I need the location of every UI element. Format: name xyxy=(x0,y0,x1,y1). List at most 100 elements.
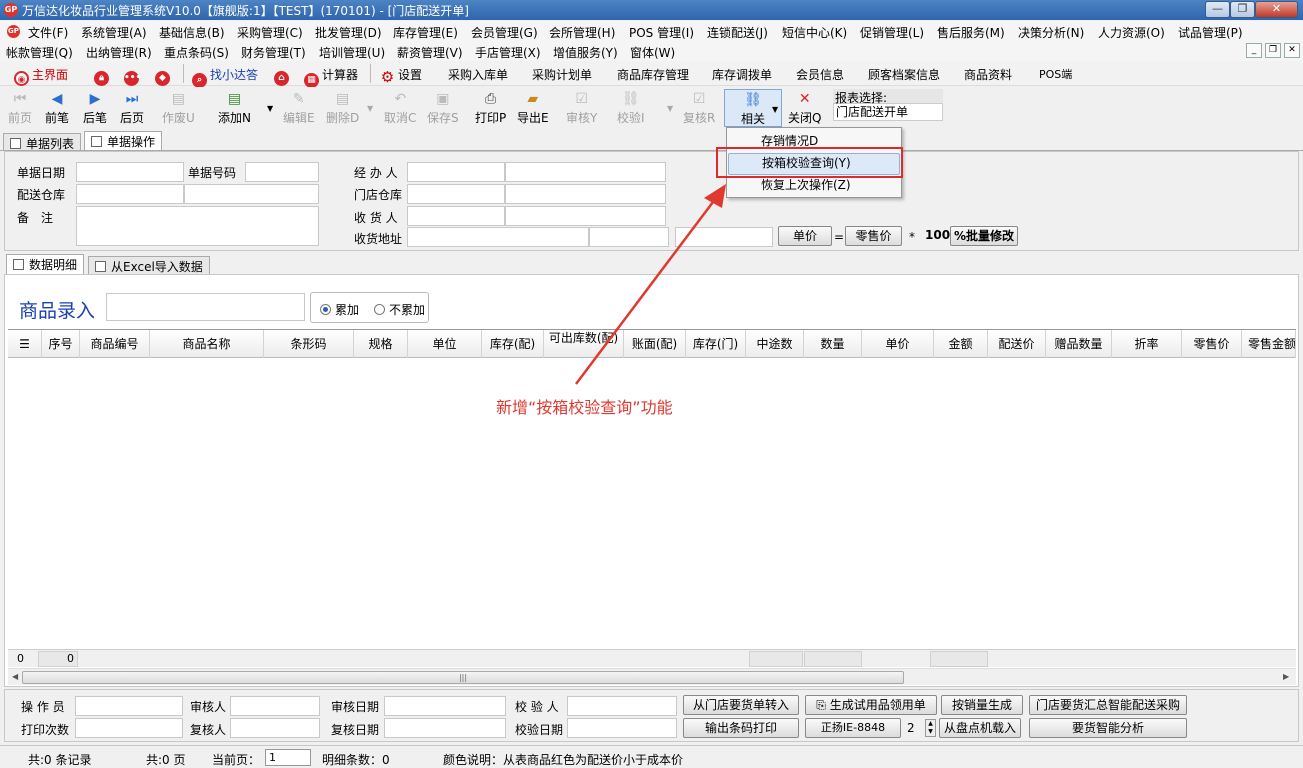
menu-barcode[interactable]: 重点条码(S) xyxy=(164,44,229,61)
unit-price-button[interactable]: 单价 xyxy=(778,226,832,246)
scroll-right-arrow-icon[interactable]: ▶ xyxy=(1283,672,1289,681)
related-button[interactable]: ⛓ 相关 ▼ xyxy=(724,89,782,127)
load-from-counter-button[interactable]: 从盘点机载入 xyxy=(939,718,1021,738)
auditor-input[interactable] xyxy=(230,696,320,716)
menu-salary[interactable]: 薪资管理(V) xyxy=(397,44,463,61)
col-product-code[interactable]: 商品编号 xyxy=(80,330,150,358)
quick-product-data[interactable]: 商品资料 xyxy=(964,66,1012,83)
calculator-link[interactable]: ▦ 计算器 xyxy=(304,66,358,88)
menu-aftersale[interactable]: 售后服务(M) xyxy=(937,24,1005,41)
col-unit-price[interactable]: 单价 xyxy=(862,330,934,358)
quick-pos[interactable]: POS端 xyxy=(1039,66,1072,82)
verify-button[interactable]: ⛓ 校验I xyxy=(617,91,645,126)
quick-stock-transfer[interactable]: 库存调拨单 xyxy=(712,66,772,83)
menu-purchase[interactable]: 采购管理(C) xyxy=(237,24,303,41)
menu-basic-info[interactable]: 基础信息(B) xyxy=(159,24,225,41)
scroll-thumb[interactable]: ||| xyxy=(22,671,904,684)
current-page-input[interactable]: 1 xyxy=(265,749,311,766)
col-seq[interactable]: 序号 xyxy=(42,330,80,358)
add-button[interactable]: ▤ 添加N xyxy=(218,91,251,126)
last-page-button[interactable]: ⏭ 后页 xyxy=(120,91,144,126)
save-button[interactable]: ▣ 保存S xyxy=(427,91,459,126)
verifier-input[interactable] xyxy=(567,696,677,716)
smart-distribution-button[interactable]: 门店要货汇总智能配送采购 xyxy=(1029,695,1187,715)
warehouse-code-input[interactable] xyxy=(76,184,184,204)
col-stock-store[interactable]: 库存(门) xyxy=(686,330,746,358)
device-port-value[interactable]: 2 xyxy=(907,721,915,735)
menu-item-restore-last[interactable]: 恢复上次操作(Z) xyxy=(728,175,900,197)
device-port-stepper[interactable]: ▲ ▼ xyxy=(925,719,936,737)
lock-link[interactable]: 🔒︎ xyxy=(94,66,112,86)
tab-document-operate[interactable]: 单据操作 xyxy=(84,131,163,151)
menu-account[interactable]: 帐款管理(Q) xyxy=(6,44,73,61)
col-book-dist[interactable]: 账面(配) xyxy=(624,330,686,358)
col-product-name[interactable]: 商品名称 xyxy=(150,330,264,358)
verify-dropdown-arrow[interactable]: ▼ xyxy=(667,104,673,113)
col-retail-amount[interactable]: 零售金额 xyxy=(1242,330,1296,358)
warehouse-name-input[interactable] xyxy=(184,184,319,204)
col-gift-qty[interactable]: 赠品数量 xyxy=(1046,330,1112,358)
col-quantity[interactable]: 数量 xyxy=(804,330,862,358)
minimize-button[interactable]: — xyxy=(1205,1,1230,18)
export-button[interactable]: ▰ 导出E xyxy=(517,91,549,126)
date-input[interactable] xyxy=(76,162,184,182)
menu-trial[interactable]: 试品管理(P) xyxy=(1178,24,1243,41)
store-warehouse-name-input[interactable] xyxy=(505,184,666,204)
reviewer-input[interactable] xyxy=(230,718,320,738)
quick-customer-files[interactable]: 顾客档案信息 xyxy=(868,66,940,83)
add-dropdown-arrow[interactable]: ▼ xyxy=(267,104,273,113)
price-factor-input[interactable] xyxy=(675,227,773,247)
smart-analysis-button[interactable]: 要货智能分析 xyxy=(1029,718,1187,738)
quick-stock-management[interactable]: 商品库存管理 xyxy=(617,66,689,83)
find-assistant-link[interactable]: ⌕ 找小达答 xyxy=(192,66,258,88)
quick-purchase-inbound[interactable]: 采购入库单 xyxy=(448,66,508,83)
menu-finance[interactable]: 财务管理(T) xyxy=(241,44,306,61)
col-stock-dist[interactable]: 库存(配) xyxy=(482,330,544,358)
shield-link[interactable]: ◆ xyxy=(155,66,173,86)
product-entry-input[interactable] xyxy=(106,293,305,321)
report-select-value[interactable]: 门店配送开单 xyxy=(833,103,943,121)
tab-data-detail[interactable]: 数据明细 xyxy=(6,254,85,274)
next-record-button[interactable]: ▶ 后笔 xyxy=(83,91,107,126)
generate-trial-form-button[interactable]: ⎘ 生成试用品领用单 xyxy=(805,695,937,715)
settings-link[interactable]: ⚙ 设置 xyxy=(380,66,422,85)
menu-windows[interactable]: 窗体(W) xyxy=(630,44,675,61)
col-barcode[interactable]: 条形码 xyxy=(264,330,354,358)
col-retail-price[interactable]: 零售价 xyxy=(1182,330,1242,358)
mdi-restore-button[interactable]: ❐ xyxy=(1265,43,1281,58)
edit-button[interactable]: ✎ 编辑E xyxy=(283,91,315,126)
col-available-dist[interactable]: 可出库数(配) xyxy=(544,330,624,358)
delete-dropdown-arrow[interactable]: ▼ xyxy=(367,104,373,113)
review-date-input[interactable] xyxy=(384,718,506,738)
receiver-code-input[interactable] xyxy=(407,206,505,226)
restore-button[interactable]: ❐ xyxy=(1230,1,1255,18)
menu-promo[interactable]: 促销管理(L) xyxy=(860,24,924,41)
menu-wholesale[interactable]: 批发管理(D) xyxy=(315,24,382,41)
menu-pos[interactable]: POS 管理(I) xyxy=(629,24,694,41)
menu-cashier[interactable]: 出纳管理(R) xyxy=(86,44,152,61)
menu-shop[interactable]: 手店管理(X) xyxy=(475,44,541,61)
close-button[interactable]: ✕ 关闭Q xyxy=(788,91,821,126)
void-button[interactable]: ▤ 作废U xyxy=(162,91,195,126)
device-select-button[interactable]: 正扬IE-8848 xyxy=(805,718,901,738)
grid-menu-icon[interactable]: ☰ xyxy=(8,330,42,358)
operator-input[interactable] xyxy=(75,696,183,716)
number-input[interactable] xyxy=(245,162,319,182)
col-unit[interactable]: 单位 xyxy=(408,330,482,358)
horizontal-scrollbar[interactable]: ◀ ||| ▶ xyxy=(8,668,1296,685)
home-icon-link[interactable]: ⌂ xyxy=(274,66,292,86)
quick-purchase-plan[interactable]: 采购计划单 xyxy=(532,66,592,83)
audit-button[interactable]: ☑ 审核Y xyxy=(566,91,597,126)
handler-name-input[interactable] xyxy=(505,162,666,182)
related-dropdown-arrow[interactable]: ▼ xyxy=(772,105,778,114)
verify-date-input[interactable] xyxy=(567,718,677,738)
import-from-store-order-button[interactable]: 从门店要货单转入 xyxy=(683,695,799,715)
no-accumulate-radio[interactable]: 不累加 xyxy=(374,301,425,318)
reaudit-button[interactable]: ☑ 复核R xyxy=(683,91,715,126)
mdi-close-button[interactable]: ✕ xyxy=(1284,43,1300,58)
menu-member[interactable]: 会员管理(G) xyxy=(471,24,538,41)
address-input[interactable] xyxy=(407,227,589,247)
close-window-button[interactable]: ✕ xyxy=(1255,1,1298,18)
report-select[interactable]: 报表选择: 门店配送开单 xyxy=(833,89,943,121)
menu-hr[interactable]: 人力资源(O) xyxy=(1098,24,1165,41)
